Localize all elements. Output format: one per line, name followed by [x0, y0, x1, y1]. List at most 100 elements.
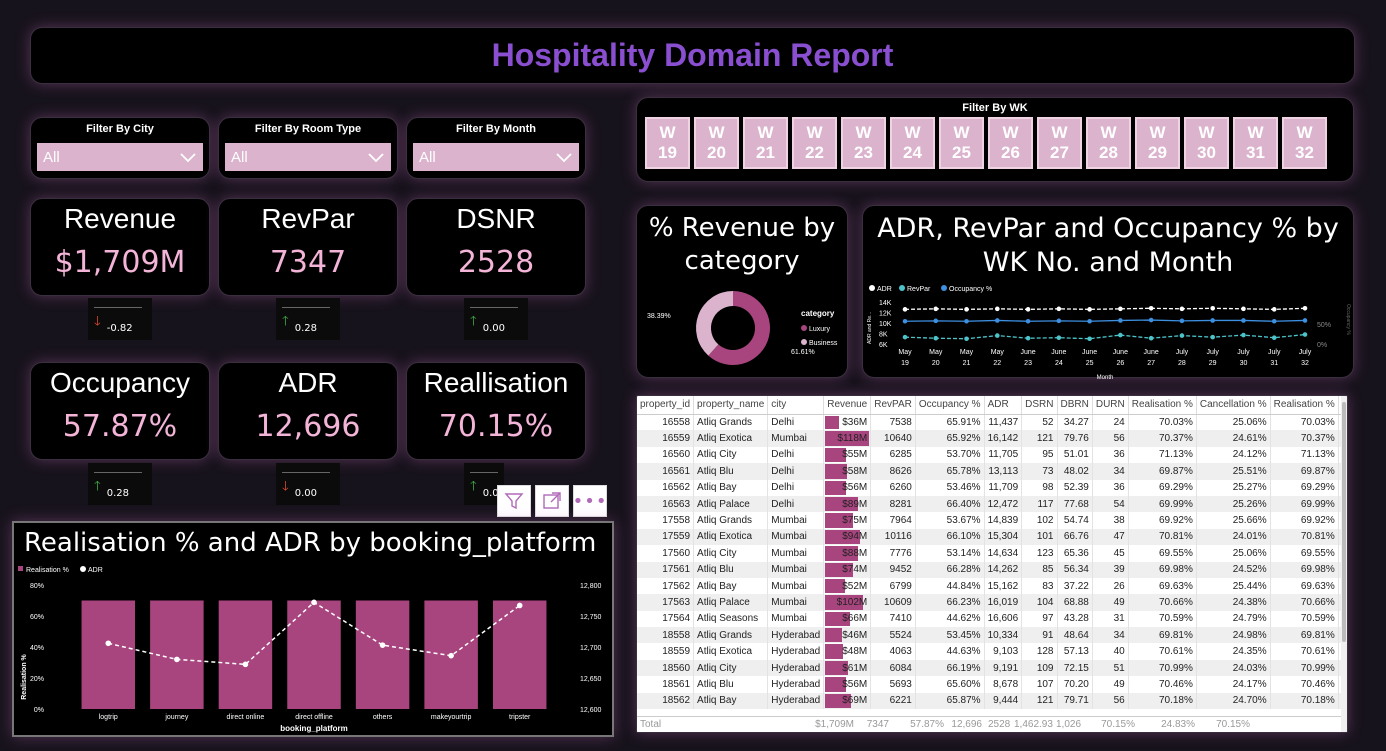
- week-button-19[interactable]: W 19: [645, 117, 690, 169]
- adr-point[interactable]: [1056, 306, 1062, 312]
- revpar-point[interactable]: [1271, 335, 1277, 340]
- occupancy-point[interactable]: [1025, 318, 1031, 324]
- adr-point[interactable]: [1210, 306, 1215, 311]
- revpar-point[interactable]: [1025, 335, 1031, 341]
- realisation-bar[interactable]: [355, 600, 410, 710]
- table-row[interactable]: 17562 Atliq Bay Mumbai $52M 6799 44.84% 15,162…: [637, 577, 1347, 595]
- column-header[interactable]: RevPAR: [870, 396, 916, 415]
- occupancy-point[interactable]: [1148, 317, 1154, 323]
- city-dropdown[interactable]: All: [37, 143, 203, 171]
- revpar-point[interactable]: [1118, 332, 1123, 338]
- adr-point[interactable]: [379, 642, 386, 648]
- realisation-bar[interactable]: [218, 600, 273, 710]
- table-row[interactable]: 16563 Atliq Palace Delhi $89M 8281 66.40% 12,4…: [637, 495, 1347, 513]
- occupancy-point[interactable]: [1302, 318, 1308, 323]
- week-button-24[interactable]: W 24: [890, 117, 935, 169]
- week-button-21[interactable]: W 21: [743, 117, 788, 169]
- month-dropdown[interactable]: All: [413, 143, 579, 171]
- week-button-23[interactable]: W 23: [841, 117, 886, 169]
- adr-point[interactable]: [174, 656, 180, 663]
- week-button-28[interactable]: W 28: [1086, 117, 1131, 169]
- realisation-bar[interactable]: [81, 600, 136, 710]
- column-header[interactable]: property_id: [637, 396, 695, 415]
- occupancy-point[interactable]: [902, 318, 908, 324]
- table-row[interactable]: 17564 Atliq Seasons Mumbai $66M 7410 44.62% 16…: [637, 610, 1347, 628]
- revpar-point[interactable]: [1210, 334, 1215, 340]
- adr-point[interactable]: [1302, 306, 1308, 311]
- column-header[interactable]: DSRN: [1021, 396, 1058, 415]
- table-row[interactable]: 17559 Atliq Exotica Mumbai $94M 10116 66.10% 1…: [637, 528, 1347, 546]
- adr-point[interactable]: [1271, 307, 1277, 312]
- realisation-bar[interactable]: [287, 600, 341, 710]
- realisation-bar[interactable]: [492, 600, 547, 710]
- table-row[interactable]: 16562 Atliq Bay Delhi $56M 6260 53.46% 11,709 9…: [637, 479, 1347, 496]
- table-row[interactable]: 17558 Atliq Grands Mumbai $75M 7964 53.67% 14,…: [637, 512, 1347, 529]
- adr-point[interactable]: [1148, 306, 1154, 311]
- adr-point[interactable]: [995, 306, 1000, 312]
- table-row[interactable]: 17563 Atliq Palace Mumbai $102M 10609 66.23% 1…: [637, 594, 1347, 611]
- adr-point[interactable]: [964, 307, 969, 312]
- occupancy-point[interactable]: [1179, 318, 1185, 324]
- trend-line-chart[interactable]: ADR RevPar Occupancy % 14K 12K 10K 8K 6K ADR and…: [865, 284, 1351, 384]
- adr-point[interactable]: [105, 640, 112, 647]
- occupancy-point[interactable]: [964, 318, 969, 324]
- occupancy-point[interactable]: [1087, 318, 1092, 324]
- table-row[interactable]: 18560 Atliq City Hyderabad $61M 6084 66.19% 9,…: [637, 659, 1347, 677]
- revpar-point[interactable]: [1302, 332, 1308, 337]
- revpar-point[interactable]: [1087, 336, 1092, 342]
- table-row[interactable]: 18558 Atliq Grands Hyderabad $46M 5524 53.45%…: [637, 627, 1347, 644]
- column-header[interactable]: Revenue: [823, 396, 872, 415]
- table-scrollbar[interactable]: [1341, 396, 1347, 732]
- occupancy-point[interactable]: [933, 318, 939, 324]
- focus-mode-button[interactable]: [535, 485, 569, 517]
- table-row[interactable]: 18559 Atliq Exotica Hyderabad $48M 4063 44.63…: [637, 643, 1347, 660]
- column-header[interactable]: Realisation %: [1270, 396, 1339, 415]
- occupancy-point[interactable]: [1118, 318, 1123, 323]
- adr-point[interactable]: [1241, 306, 1246, 312]
- week-button-30[interactable]: W 30: [1184, 117, 1229, 169]
- occupancy-point[interactable]: [995, 318, 1000, 323]
- table-row[interactable]: 18561 Atliq Blu Hyderabad $56M 5693 65.60% 8,6…: [637, 676, 1347, 693]
- table-row[interactable]: 16561 Atliq Blu Delhi $58M 8626 65.78% 13,113 7…: [637, 463, 1347, 480]
- column-header[interactable]: DURN: [1092, 396, 1129, 415]
- column-header[interactable]: Occupancy %: [915, 396, 985, 415]
- week-button-22[interactable]: W 22: [792, 117, 837, 169]
- table-scrollbar-thumb[interactable]: [1342, 402, 1346, 642]
- adr-point[interactable]: [1179, 306, 1185, 312]
- revpar-point[interactable]: [964, 336, 969, 342]
- donut-chart[interactable]: 61.61% 38.39% category Luxury Business: [643, 278, 843, 378]
- booking-platform-card[interactable]: Realisation % and ADR by booking_platfor…: [12, 521, 614, 737]
- adr-point[interactable]: [902, 307, 908, 312]
- table-row[interactable]: 16558 Atliq Grands Delhi $36M 7538 65.91% 11,4…: [637, 414, 1347, 431]
- occupancy-point[interactable]: [1210, 318, 1215, 323]
- table-row[interactable]: 17560 Atliq City Mumbai $88M 7776 53.14% 14,63…: [637, 545, 1347, 562]
- column-header[interactable]: Cancellation %: [1196, 396, 1271, 415]
- revpar-point[interactable]: [902, 334, 908, 340]
- week-button-29[interactable]: W 29: [1135, 117, 1180, 169]
- occupancy-point[interactable]: [1056, 318, 1062, 324]
- table-row[interactable]: 16559 Atliq Exotica Mumbai $118M 10640 65.92%…: [637, 430, 1347, 447]
- week-button-25[interactable]: W 25: [939, 117, 984, 169]
- adr-point[interactable]: [933, 306, 939, 312]
- pie-slice-business[interactable]: [696, 291, 733, 356]
- column-header[interactable]: city: [767, 396, 825, 415]
- column-header[interactable]: ADR: [984, 396, 1023, 415]
- adr-point[interactable]: [1087, 307, 1092, 312]
- occupancy-point[interactable]: [1271, 318, 1277, 324]
- revpar-point[interactable]: [1148, 335, 1154, 341]
- occupancy-point[interactable]: [1241, 318, 1246, 323]
- adr-point[interactable]: [448, 652, 454, 659]
- room-type-dropdown[interactable]: All: [225, 143, 391, 171]
- adr-point[interactable]: [311, 599, 317, 606]
- week-button-20[interactable]: W 20: [694, 117, 739, 169]
- week-button-31[interactable]: W 31: [1233, 117, 1278, 169]
- table-row[interactable]: 16560 Atliq City Delhi $55M 6285 53.70% 11,705…: [637, 446, 1347, 464]
- column-header[interactable]: property_name: [693, 396, 769, 415]
- column-header[interactable]: Realisation %: [1128, 396, 1197, 415]
- table-row[interactable]: 17561 Atliq Blu Mumbai $74M 9452 66.28% 14,262…: [637, 561, 1347, 578]
- booking-platform-chart[interactable]: Realisation % ADR 80% 60% 40% 20% 0% 12,800 12,7…: [14, 559, 610, 737]
- adr-point[interactable]: [242, 661, 249, 668]
- adr-point[interactable]: [1025, 307, 1031, 312]
- week-button-27[interactable]: W 27: [1037, 117, 1082, 169]
- revpar-point[interactable]: [933, 335, 939, 341]
